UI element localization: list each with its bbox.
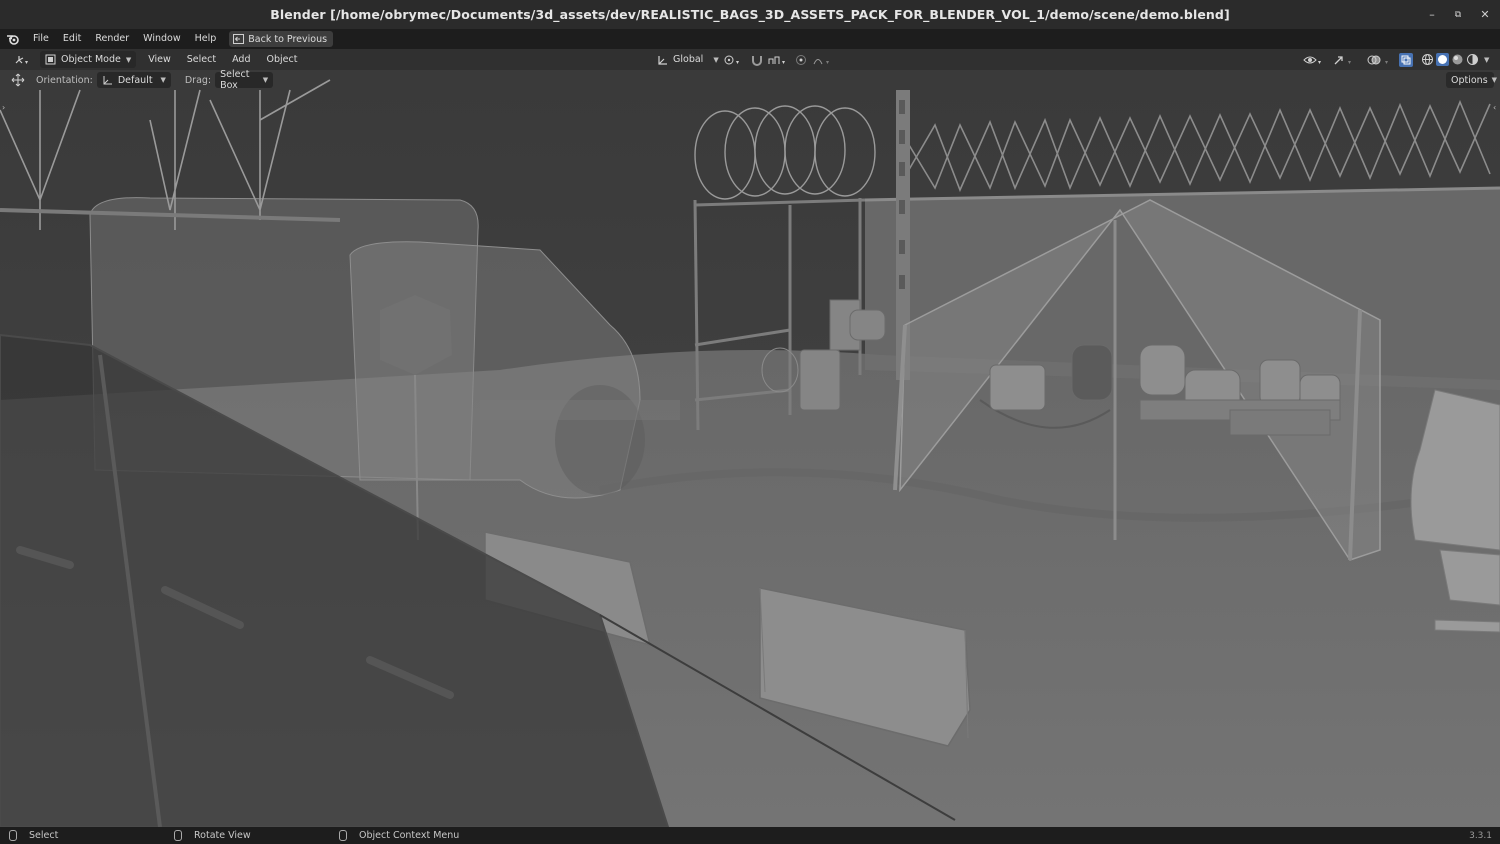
menu-edit[interactable]: Edit — [56, 29, 88, 49]
viewport-menu-view[interactable]: View — [140, 54, 179, 65]
transform-orientation-label: Global — [673, 54, 704, 65]
status-bar: Select Rotate View Object Context Menu 3… — [0, 827, 1500, 844]
chevron-down-icon: ▼ — [262, 76, 269, 84]
overlays-toggle[interactable]: ▾ — [1362, 51, 1400, 68]
drag-label: Drag: — [184, 74, 212, 86]
viewport-header: ▾ Object Mode ▼ View Select Add Object G… — [0, 49, 1500, 70]
wireframe-shading-icon[interactable] — [1421, 53, 1434, 66]
mouse-middle-icon — [174, 830, 182, 841]
viewport-menu-add[interactable]: Add — [224, 54, 258, 65]
orientation-dropdown[interactable]: Default ▼ — [96, 72, 171, 88]
menu-help[interactable]: Help — [188, 29, 224, 49]
svg-text:▾: ▾ — [1318, 59, 1321, 66]
options-label: Options — [1451, 74, 1488, 86]
tool-settings-bar: Orientation: Default ▼ Drag: Select Box … — [0, 69, 1500, 91]
rendered-shading-icon[interactable] — [1466, 53, 1479, 66]
status-rotate: Rotate View — [174, 830, 251, 841]
status-rotate-label: Rotate View — [194, 830, 251, 841]
overlays-icon: ▾ — [1367, 55, 1388, 66]
status-context-label: Object Context Menu — [359, 830, 460, 841]
mode-label: Object Mode — [61, 54, 121, 65]
version-label: 3.3.1 — [1469, 830, 1492, 841]
editor-type-button[interactable]: ▾ — [8, 51, 36, 68]
xray-toggle[interactable] — [1396, 51, 1416, 68]
orientation-label: Orientation: — [36, 74, 93, 86]
window-title: Blender [/home/obrymec/Documents/3d_asse… — [270, 7, 1230, 22]
orientation-default-icon — [103, 76, 112, 85]
transform-orientation-dropdown[interactable]: Global ▼ — [652, 51, 724, 68]
restore-button[interactable]: ⧉ — [1445, 0, 1471, 29]
object-mode-icon — [45, 54, 56, 65]
svg-text:▾: ▾ — [1348, 59, 1351, 66]
back-icon — [233, 34, 245, 44]
gizmo-toggle[interactable]: ▾ — [1327, 51, 1363, 68]
window-titlebar: Blender [/home/obrymec/Documents/3d_asse… — [0, 0, 1500, 29]
top-menubar: File Edit Render Window Help Back to Pre… — [0, 29, 1500, 76]
drag-value: Select Box — [220, 69, 250, 91]
status-select-label: Select — [29, 830, 59, 841]
xray-icon — [1399, 52, 1413, 67]
menu-render[interactable]: Render — [88, 29, 136, 49]
svg-text:›: › — [2, 103, 5, 112]
chevron-down-icon: ▼ — [1491, 76, 1498, 84]
snap-increment-icon: ▾ — [768, 56, 785, 66]
shading-modes: ▼ — [1418, 51, 1492, 68]
svg-text:▾: ▾ — [736, 59, 739, 66]
close-button[interactable]: ✕ — [1472, 0, 1498, 29]
solid-shading-icon[interactable] — [1436, 53, 1449, 66]
svg-text:‹: ‹ — [1493, 103, 1496, 112]
back-to-previous-label: Back to Previous — [248, 33, 328, 45]
move-tool-icon[interactable] — [10, 72, 26, 88]
svg-text:▾: ▾ — [826, 59, 829, 66]
viewport-menu-object[interactable]: Object — [259, 54, 306, 65]
svg-text:▾: ▾ — [782, 59, 785, 66]
gizmo-icon: ▾ — [1334, 55, 1351, 66]
drag-dropdown[interactable]: Select Box ▼ — [215, 69, 274, 91]
orientation-value: Default — [117, 74, 153, 86]
falloff-button[interactable]: ▾ — [808, 51, 840, 68]
chevron-down-icon: ▼ — [160, 76, 166, 84]
menu-file[interactable]: File — [26, 29, 56, 49]
falloff-curve-icon: ▾ — [813, 59, 829, 66]
orientation-global-icon — [658, 55, 667, 65]
shading-options-chevron-icon[interactable]: ▼ — [1484, 56, 1489, 64]
material-shading-icon[interactable] — [1451, 53, 1464, 66]
status-select: Select — [9, 830, 58, 841]
blender-logo-icon[interactable] — [0, 29, 26, 49]
back-to-previous-button[interactable]: Back to Previous — [229, 31, 334, 47]
mouse-right-icon — [339, 830, 347, 841]
viewport-scene[interactable]: › ‹ — [0, 70, 1500, 827]
chevron-down-icon: ▼ — [125, 55, 132, 64]
options-dropdown[interactable]: Options ▼ — [1446, 72, 1498, 88]
mouse-left-icon — [9, 830, 17, 841]
minimize-button[interactable]: – — [1419, 0, 1445, 29]
status-context: Object Context Menu — [339, 830, 459, 841]
menu-window[interactable]: Window — [136, 29, 187, 49]
proportional-editing-icon — [796, 54, 806, 65]
selectability-visibility-icon: ▾ — [1303, 56, 1321, 66]
svg-text:▾: ▾ — [1385, 59, 1388, 66]
pivot-point-icon: ▾ — [724, 55, 739, 66]
editor-type-icon: ▾ — [15, 55, 28, 66]
svg-text:▾: ▾ — [25, 59, 28, 66]
3d-viewport[interactable]: › ‹ — [0, 70, 1500, 827]
viewport-menu-select[interactable]: Select — [179, 54, 224, 65]
mode-dropdown[interactable]: Object Mode ▼ — [40, 51, 137, 68]
